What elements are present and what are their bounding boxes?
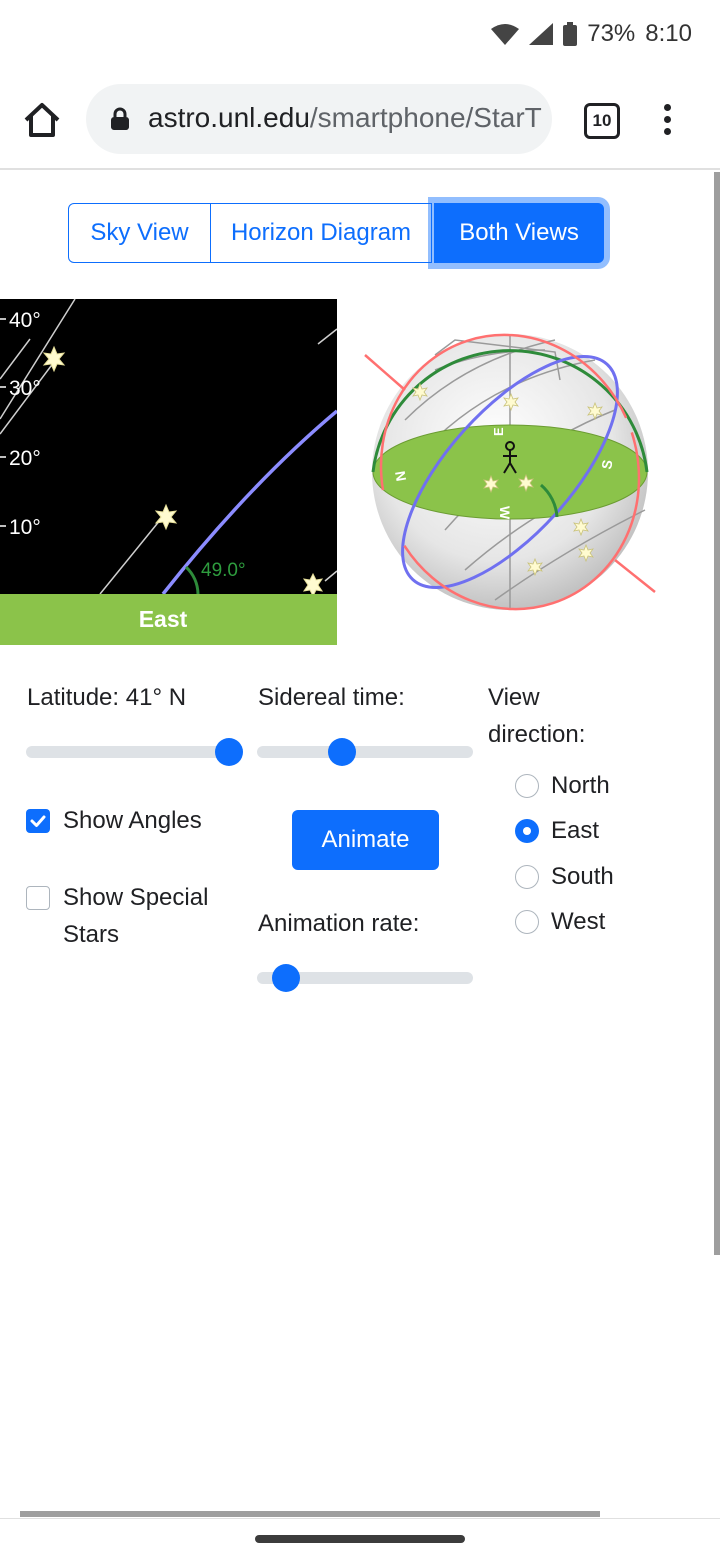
latitude-slider[interactable] [26, 738, 243, 766]
lock-icon [111, 107, 129, 130]
show-angles-label[interactable]: Show Angles [63, 807, 202, 835]
angle-label: 49.0° [201, 560, 246, 581]
direction-radio-north[interactable] [515, 774, 539, 798]
horizontal-scrollbar[interactable] [20, 1511, 600, 1517]
tab-sky-view[interactable]: Sky View [68, 203, 211, 263]
home-gesture-handle[interactable] [255, 1535, 465, 1543]
direction-radio-west[interactable] [515, 910, 539, 934]
horizon-diagram-canvas[interactable]: E N S W [345, 300, 685, 640]
gesture-nav-bar [0, 1518, 720, 1561]
view-direction-label-2: direction: [488, 721, 586, 748]
address-bar[interactable]: astro.unl.edu/smartphone/StarT [86, 84, 552, 154]
altitude-label-30: 30° [9, 377, 41, 400]
view-direction-label-1: View [488, 684, 540, 711]
url-host: astro.unl.edu [148, 102, 310, 133]
sidereal-time-label: Sidereal time: [258, 684, 405, 711]
direction-label-north[interactable]: North [551, 772, 610, 800]
vertical-scrollbar[interactable] [714, 172, 720, 1255]
sidereal-time-slider-thumb[interactable] [328, 738, 356, 766]
direction-label-east[interactable]: East [551, 817, 599, 845]
battery-icon [563, 22, 578, 46]
sky-view-canvas[interactable]: 40° 30° 20° 10° 49.0° East [0, 299, 337, 645]
clock: 8:10 [645, 20, 692, 47]
latitude-slider-thumb[interactable] [215, 738, 243, 766]
altitude-label-20: 20° [9, 447, 41, 470]
sidereal-time-slider[interactable] [257, 738, 473, 766]
direction-label-west[interactable]: West [551, 908, 605, 936]
direction-radio-south[interactable] [515, 865, 539, 889]
battery-percent: 73% [587, 20, 636, 47]
altitude-label-40: 40° [9, 309, 41, 332]
show-special-stars-label-2[interactable]: Stars [63, 921, 119, 949]
signal-icon [529, 23, 554, 45]
tab-both-views[interactable]: Both Views [434, 203, 604, 263]
animation-rate-slider[interactable] [257, 964, 473, 992]
altitude-label-10: 10° [9, 516, 41, 539]
animation-rate-slider-thumb[interactable] [272, 964, 300, 992]
browser-toolbar: astro.unl.edu/smartphone/StarT 10 [0, 72, 720, 170]
tab-switcher-button[interactable]: 10 [584, 103, 620, 139]
tab-horizon-diagram[interactable]: Horizon Diagram [210, 203, 432, 263]
show-special-stars-label-1[interactable]: Show Special [63, 884, 208, 912]
home-icon[interactable] [22, 100, 62, 140]
animate-button[interactable]: Animate [292, 810, 439, 870]
url-path: /smartphone/StarT [309, 102, 542, 133]
direction-label-south[interactable]: South [551, 863, 614, 891]
show-angles-checkbox[interactable] [26, 809, 50, 833]
show-special-stars-checkbox[interactable] [26, 886, 50, 910]
cardinal-west-label: W [497, 506, 513, 520]
status-bar: 73% 8:10 [0, 0, 720, 72]
animation-rate-label: Animation rate: [258, 910, 420, 937]
latitude-label: Latitude: 41° N [27, 684, 187, 711]
wifi-icon [491, 24, 520, 45]
checkmark-icon [30, 815, 46, 827]
direction-radio-east[interactable] [515, 819, 539, 843]
cardinal-east-label: E [491, 427, 506, 436]
overflow-menu-icon[interactable] [664, 104, 676, 140]
horizon-direction-label: East [139, 606, 188, 632]
